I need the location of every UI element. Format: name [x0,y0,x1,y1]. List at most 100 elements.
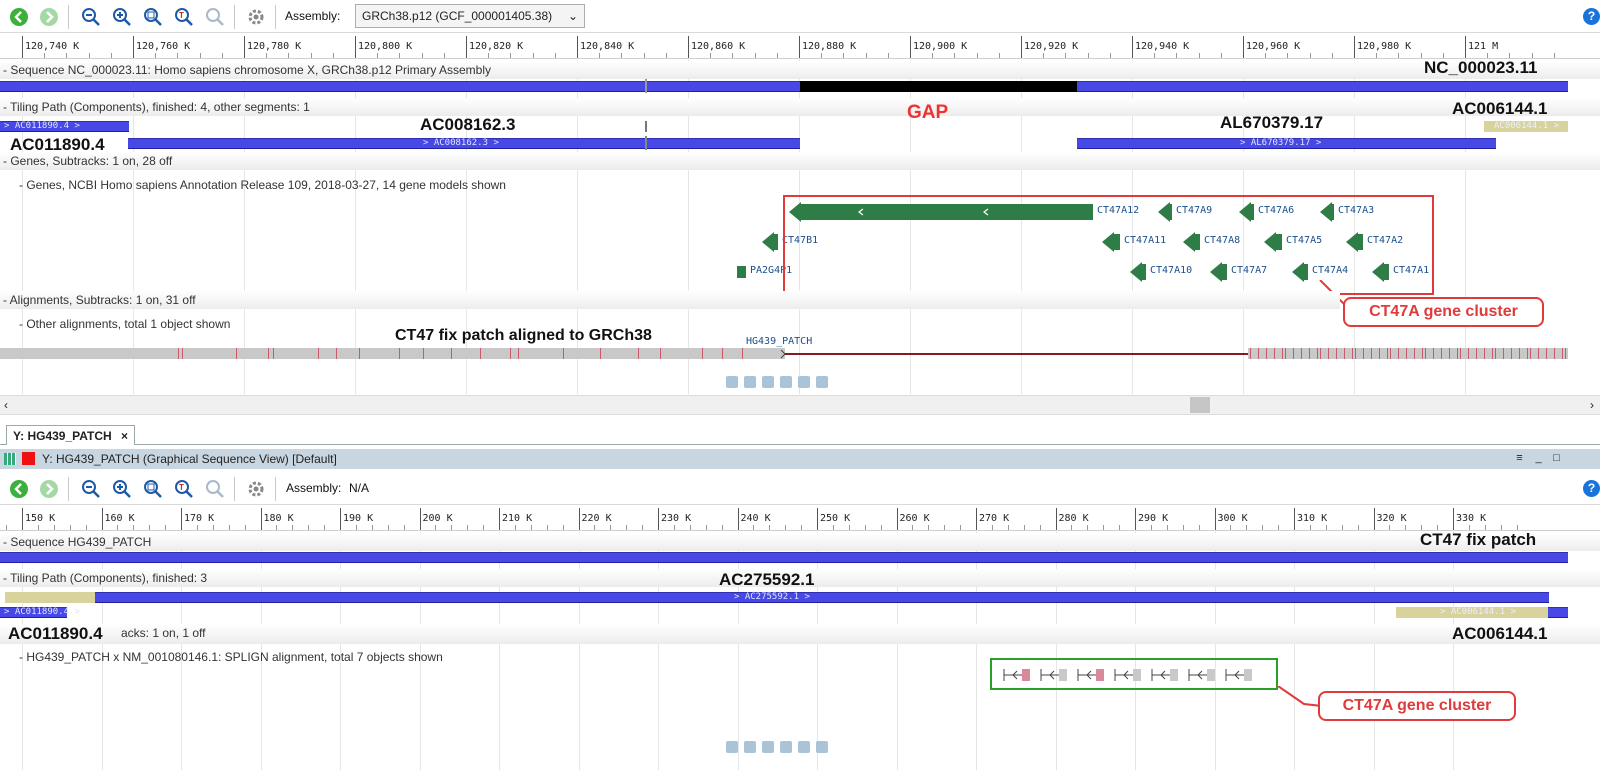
tool-icon-6[interactable] [816,741,828,753]
alignment-mismatch[interactable] [1554,348,1555,359]
patch-track-tools[interactable] [726,741,834,756]
alignment-mismatch[interactable] [722,348,723,359]
alignment-mismatch[interactable] [1425,348,1426,359]
splign-alignment[interactable] [1040,669,1067,681]
alignment-mismatch[interactable] [563,348,564,359]
alignment-mismatch[interactable] [1468,348,1469,359]
alignment-mismatch[interactable] [451,348,452,359]
component-ac275592-bar[interactable] [95,592,1549,603]
gear-icon[interactable] [245,6,267,28]
view-menu-icon[interactable]: ≡ [1513,452,1526,465]
help-icon[interactable]: ? [1583,480,1600,497]
alignment-mismatch[interactable] [638,348,639,359]
forward-icon[interactable] [38,6,60,28]
alignment-mismatch[interactable] [1390,348,1391,359]
alignment-mismatch[interactable] [1422,348,1423,359]
alignment-mismatch[interactable] [1336,348,1337,359]
alignment-mismatch[interactable] [1527,348,1528,359]
patch-component-yellow-bar[interactable] [5,592,95,603]
alignments-track-header[interactable]: - Alignments, Subtracks: 1 on, 31 off [0,291,1340,309]
alignment-mismatch[interactable] [1492,348,1493,359]
tab-hg439-patch[interactable]: Y: HG439_PATCH × [6,425,136,445]
alignment-mismatch[interactable] [1530,348,1531,359]
patch-sequence-track-header[interactable]: - Sequence HG439_PATCH [0,533,1600,551]
alignment-mismatch[interactable] [273,348,274,359]
track-tools[interactable] [726,376,834,391]
splign-alignment[interactable] [1225,669,1252,681]
splign-alignment[interactable] [1188,669,1215,681]
close-icon[interactable]: × [121,429,128,443]
splign-track-header[interactable] [0,624,1600,644]
alignment-mismatch[interactable] [1266,348,1267,359]
alignment-mismatch[interactable] [1363,348,1364,359]
alignment-mismatch[interactable] [1414,348,1415,359]
alignment-mismatch[interactable] [702,348,703,359]
alignment-mismatch[interactable] [1406,348,1407,359]
alignment-mismatch[interactable] [236,348,237,359]
alignment-mismatch[interactable] [359,348,360,359]
tool-icon-3[interactable] [762,376,774,388]
alignment-mismatch[interactable] [336,348,337,359]
alignment-mismatch[interactable] [1301,348,1302,359]
alignment-mismatch[interactable] [518,348,519,359]
help-icon[interactable]: ? [1583,8,1600,25]
alignment-mismatch[interactable] [742,348,743,359]
zoom-fit-icon[interactable] [142,6,164,28]
alignment-mismatch[interactable] [1285,348,1286,359]
tool-icon-3[interactable] [762,741,774,753]
alignment-mismatch[interactable] [1387,348,1388,359]
alignment-mismatch[interactable] [1258,348,1259,359]
zoom-selection-icon[interactable] [204,6,226,28]
alignment-mismatch[interactable] [268,348,269,359]
tool-icon-4[interactable] [780,376,792,388]
color-square-icon[interactable] [22,452,35,465]
alignment-mismatch[interactable] [1484,348,1485,359]
alignment-mismatch[interactable] [1320,348,1321,359]
back-icon[interactable] [8,478,30,500]
zoom-selection-icon[interactable] [204,478,226,500]
splign-alignment[interactable] [1003,669,1030,681]
alignment-mismatch[interactable] [318,348,319,359]
alignment-mismatch[interactable] [423,348,424,359]
alignment-mismatch[interactable] [1546,348,1547,359]
gear-icon[interactable] [245,478,267,500]
alignment-mismatch[interactable] [1449,348,1450,359]
tool-icon-2[interactable] [744,376,756,388]
alignment-mismatch[interactable] [1344,348,1345,359]
minimize-icon[interactable]: _ [1532,452,1545,465]
alignment-left-block[interactable] [0,348,785,359]
alignment-mismatch[interactable] [510,348,511,359]
alignment-mismatch[interactable] [1250,348,1251,359]
tool-icon-6[interactable] [816,376,828,388]
tool-icon-1[interactable] [726,376,738,388]
patch-sequence-bar[interactable] [0,552,1568,563]
splign-alignment[interactable] [1077,669,1104,681]
zoom-in-icon[interactable] [111,6,133,28]
gene-ct47b1-glyph[interactable] [762,232,778,252]
alignment-mismatch[interactable] [1282,348,1283,359]
alignment-mismatch[interactable] [1293,348,1294,359]
sequence-bar[interactable] [0,81,800,92]
maximize-icon[interactable]: □ [1550,452,1563,465]
alignment-mismatch[interactable] [1441,348,1442,359]
alignment-mismatch[interactable] [1274,348,1275,359]
forward-icon[interactable] [38,478,60,500]
alignment-mismatch[interactable] [480,348,481,359]
scroll-thumb[interactable] [1190,397,1210,413]
alignment-mismatch[interactable] [1511,348,1512,359]
alignment-mismatch[interactable] [1379,348,1380,359]
horizontal-scrollbar[interactable]: ‹ › [0,395,1600,415]
tool-icon-2[interactable] [744,741,756,753]
alignment-mismatch[interactable] [600,348,601,359]
tool-icon-5[interactable] [798,741,810,753]
alignment-mismatch[interactable] [399,348,400,359]
alignment-mismatch[interactable] [1355,348,1356,359]
zoom-out-icon[interactable] [80,478,102,500]
alignment-mismatch[interactable] [1317,348,1318,359]
alignment-mismatch[interactable] [1371,348,1372,359]
alignment-mismatch[interactable] [1433,348,1434,359]
alignment-mismatch[interactable] [182,348,183,359]
alignment-mismatch[interactable] [1398,348,1399,359]
alignment-mismatch[interactable] [1495,348,1496,359]
sequence-track-header[interactable]: - Sequence NC_000023.11: Homo sapiens ch… [0,61,1600,79]
